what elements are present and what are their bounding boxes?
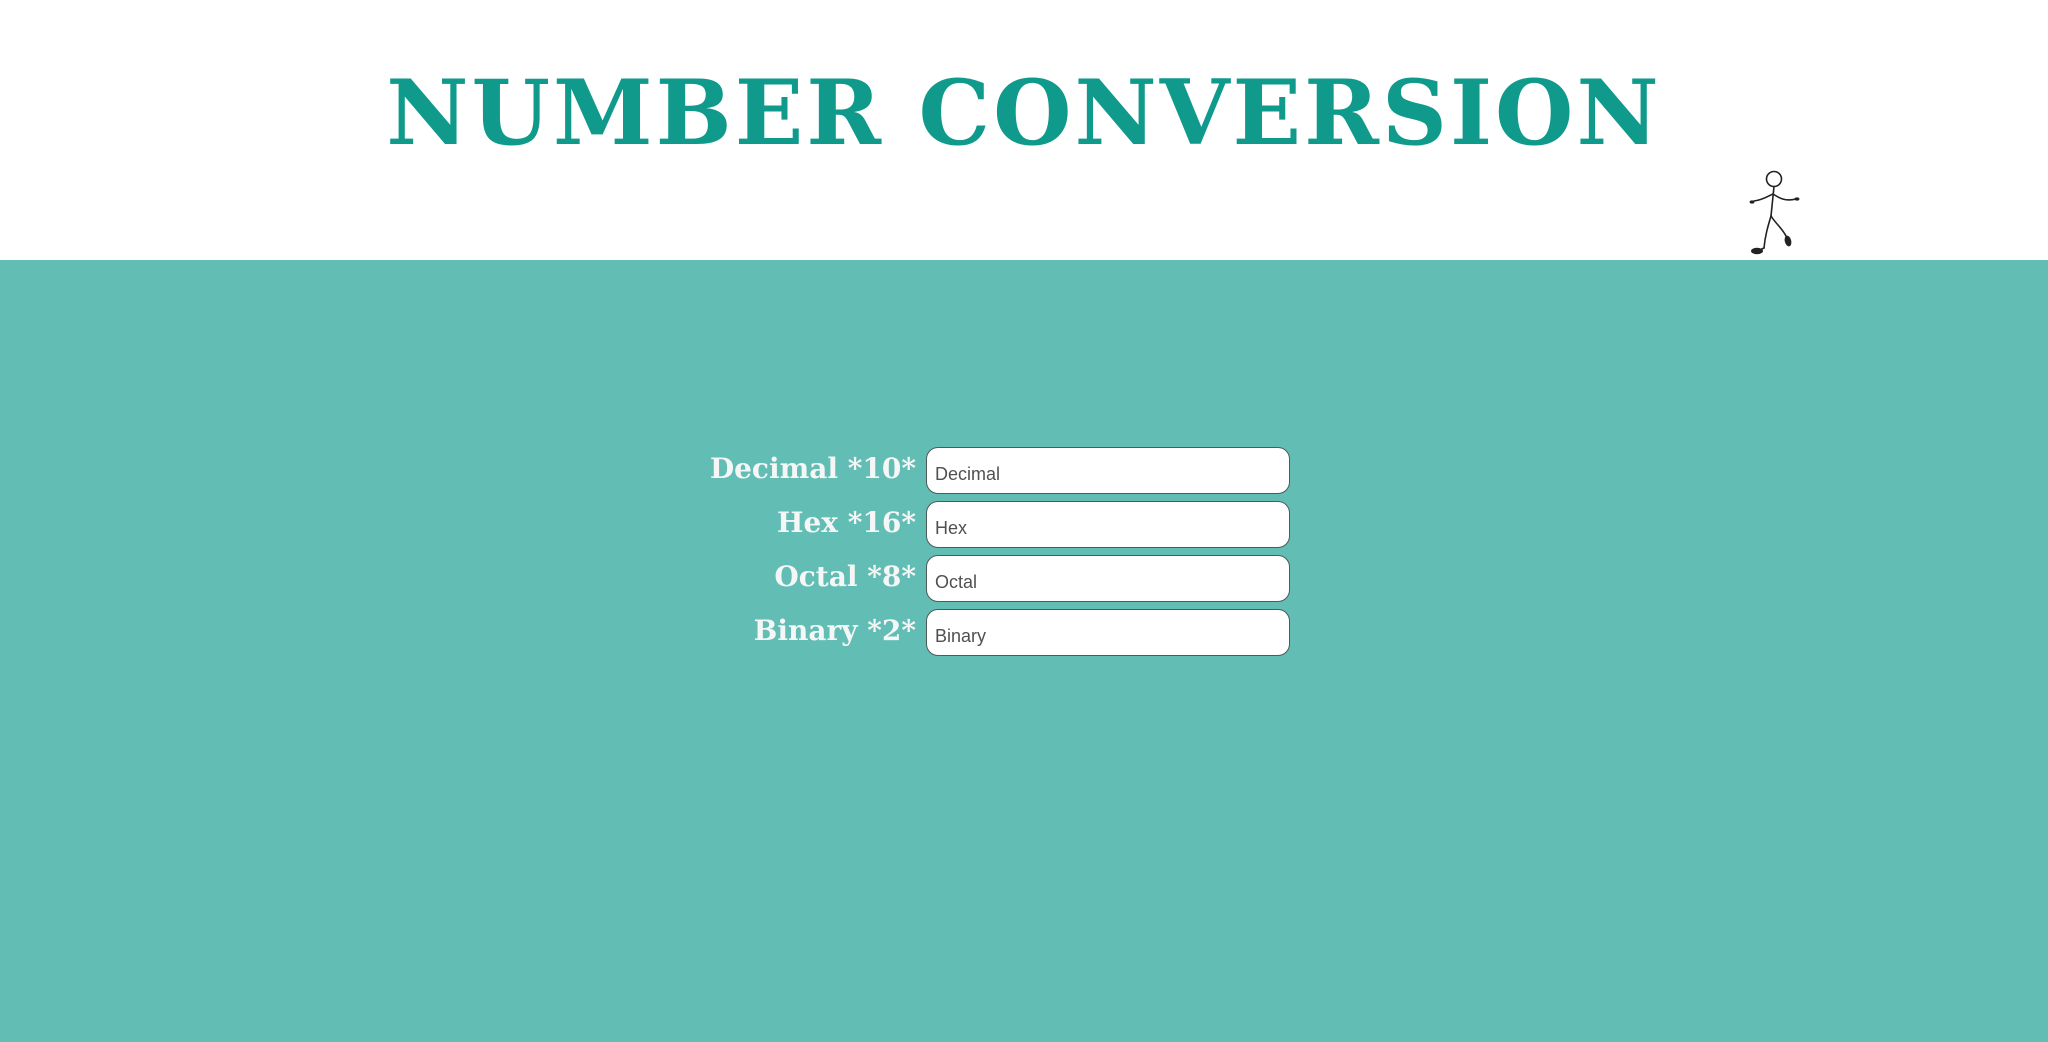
decimal-row: Decimal *10* [0,444,2048,494]
octal-label: Octal *8* [774,560,916,593]
binary-label: Binary *2* [753,614,916,647]
decimal-input[interactable] [926,447,1290,494]
octal-row: Octal *8* [0,552,2048,602]
stick-figure-icon [1749,170,1800,255]
hex-row: Hex *16* [0,498,2048,548]
binary-row: Binary *2* [0,606,2048,656]
hex-label: Hex *16* [777,506,916,539]
main-panel: Decimal *10* Hex *16* Octal *8* Binary *… [0,260,2048,1042]
binary-input[interactable] [926,609,1290,656]
decimal-label: Decimal *10* [709,452,916,485]
header: Number Conversion [0,0,2048,260]
octal-input[interactable] [926,555,1290,602]
hex-input[interactable] [926,501,1290,548]
page-title: Number Conversion [386,60,1662,166]
